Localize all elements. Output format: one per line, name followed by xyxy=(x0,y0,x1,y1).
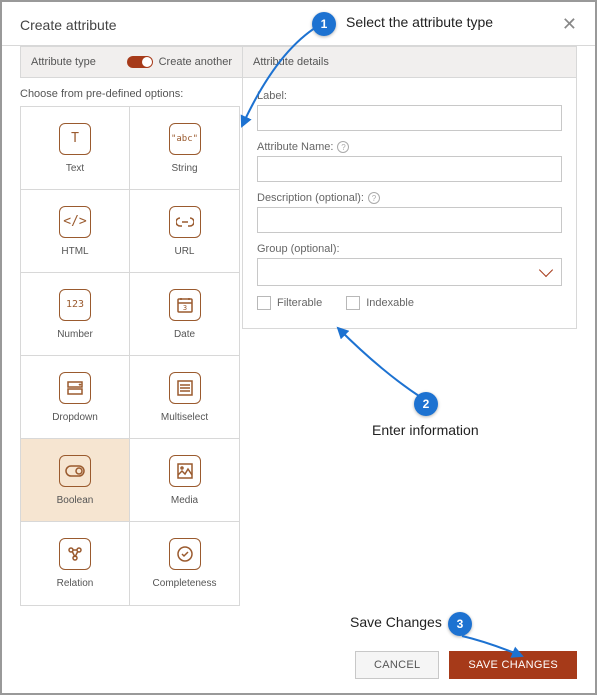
description-input[interactable] xyxy=(257,207,562,233)
tile-number[interactable]: 123 Number xyxy=(21,273,130,356)
close-icon[interactable]: ✕ xyxy=(562,14,577,35)
tile-label: Multiselect xyxy=(161,412,208,423)
tile-multiselect[interactable]: Multiselect xyxy=(130,356,239,439)
indexable-checkbox[interactable]: Indexable xyxy=(346,296,414,310)
date-icon: 3 xyxy=(169,289,201,321)
tile-dropdown[interactable]: Dropdown xyxy=(21,356,130,439)
help-icon[interactable]: ? xyxy=(368,192,380,204)
tile-label: URL xyxy=(174,246,194,257)
dropdown-icon xyxy=(59,372,91,404)
name-field-label: Attribute Name: xyxy=(257,141,333,153)
tile-html[interactable]: </> HTML xyxy=(21,190,130,273)
html-icon: </> xyxy=(59,206,91,238)
annotation-num: 2 xyxy=(423,397,430,411)
tile-label: Date xyxy=(174,329,195,340)
tile-completeness[interactable]: Completeness xyxy=(130,522,239,605)
tile-label: Relation xyxy=(57,578,94,589)
string-icon: "abc" xyxy=(169,123,201,155)
annotation-balloon-1: 1 xyxy=(312,12,336,36)
tile-label: Number xyxy=(57,329,93,340)
checkbox-icon xyxy=(257,296,271,310)
relation-icon xyxy=(59,538,91,570)
tile-label: HTML xyxy=(61,246,88,257)
tile-label: Boolean xyxy=(57,495,94,506)
dialog-body: Attribute type Create another Choose fro… xyxy=(2,46,595,606)
annotation-balloon-3: 3 xyxy=(448,612,472,636)
media-icon xyxy=(169,455,201,487)
attribute-type-label: Attribute type xyxy=(31,56,96,68)
checkbox-icon xyxy=(346,296,360,310)
tile-url[interactable]: URL xyxy=(130,190,239,273)
help-icon[interactable]: ? xyxy=(337,141,349,153)
group-field-label: Group (optional): xyxy=(257,243,562,255)
boolean-icon xyxy=(59,455,91,487)
save-changes-button[interactable]: SAVE CHANGES xyxy=(449,651,577,679)
tile-string[interactable]: "abc" String xyxy=(130,107,239,190)
url-icon xyxy=(169,206,201,238)
tile-label: Media xyxy=(171,495,198,506)
label-field-label: Label: xyxy=(257,90,562,102)
tile-label: Completeness xyxy=(153,578,217,589)
tile-boolean[interactable]: Boolean xyxy=(21,439,130,522)
attribute-name-input[interactable] xyxy=(257,156,562,182)
attribute-details-header: Attribute details xyxy=(242,46,577,78)
cancel-button[interactable]: CANCEL xyxy=(355,651,439,679)
tile-media[interactable]: Media xyxy=(130,439,239,522)
group-select[interactable] xyxy=(257,258,562,286)
toggle-label: Create another xyxy=(159,56,232,68)
attribute-form: Label: Attribute Name: ? Description (op… xyxy=(242,78,577,329)
dialog-container: Create attribute ✕ Attribute type Create… xyxy=(0,0,597,695)
annotation-text-1: Select the attribute type xyxy=(346,14,493,30)
annotation-num: 1 xyxy=(321,17,328,31)
tile-date[interactable]: 3 Date xyxy=(130,273,239,356)
number-icon: 123 xyxy=(59,289,91,321)
attribute-type-grid: T Text "abc" String </> HTML URL xyxy=(20,106,240,606)
annotation-text-2: Enter information xyxy=(372,422,479,438)
annotation-balloon-2: 2 xyxy=(414,392,438,416)
annotation-text-3: Save Changes xyxy=(350,614,442,630)
annotation-num: 3 xyxy=(457,617,464,631)
tile-label: Text xyxy=(66,163,84,174)
toggle-switch-icon xyxy=(127,56,153,68)
tile-relation[interactable]: Relation xyxy=(21,522,130,605)
dialog-header: Create attribute ✕ xyxy=(2,2,595,46)
attribute-type-header: Attribute type Create another xyxy=(20,46,242,78)
chevron-down-icon xyxy=(539,263,553,277)
attribute-details-panel: Attribute details Label: Attribute Name:… xyxy=(242,46,595,606)
attribute-type-panel: Attribute type Create another Choose fro… xyxy=(2,46,242,606)
attribute-details-label: Attribute details xyxy=(253,56,329,68)
tile-text[interactable]: T Text xyxy=(21,107,130,190)
svg-text:3: 3 xyxy=(182,304,186,312)
text-icon: T xyxy=(59,123,91,155)
create-another-toggle[interactable]: Create another xyxy=(127,56,232,68)
multiselect-icon xyxy=(169,372,201,404)
filterable-label: Filterable xyxy=(277,297,322,309)
dialog-footer: CANCEL SAVE CHANGES xyxy=(355,651,577,679)
desc-field-label: Description (optional): xyxy=(257,192,364,204)
label-input[interactable] xyxy=(257,105,562,131)
tile-label: Dropdown xyxy=(52,412,98,423)
completeness-icon xyxy=(169,538,201,570)
indexable-label: Indexable xyxy=(366,297,414,309)
filterable-checkbox[interactable]: Filterable xyxy=(257,296,322,310)
choose-label: Choose from pre-defined options: xyxy=(20,78,242,106)
tile-label: String xyxy=(171,163,197,174)
